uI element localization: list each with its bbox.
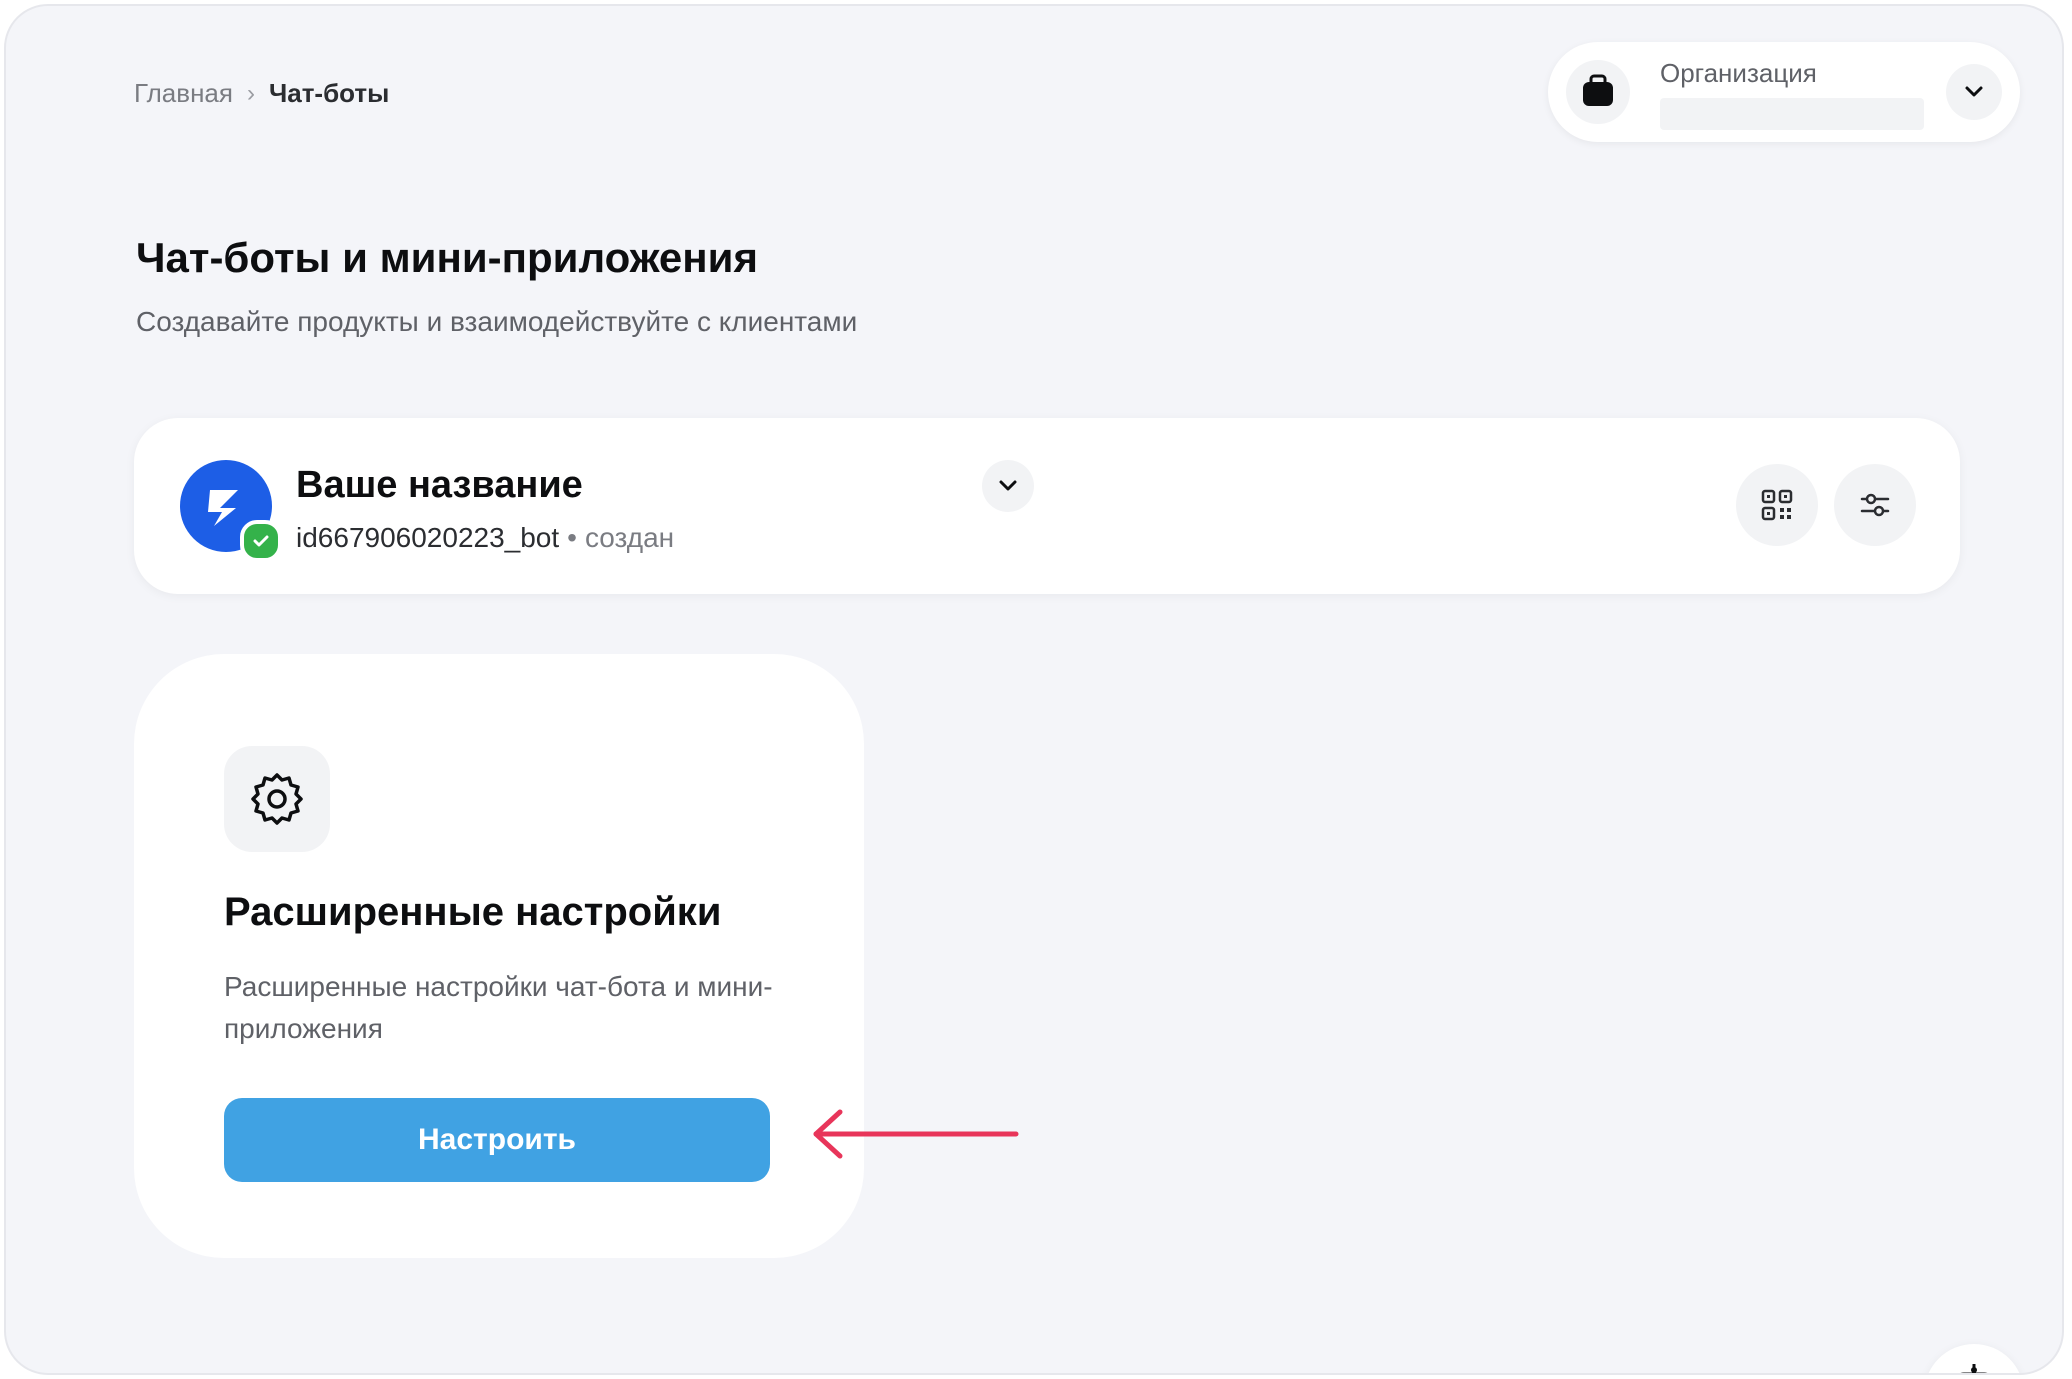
- bot-status: создан: [584, 522, 675, 553]
- advanced-settings-description: Расширенные настройки чат-бота и мини-пр…: [224, 971, 773, 1044]
- breadcrumb-current: Чат-боты: [268, 78, 390, 108]
- bot-id: id667906020223_bot: [296, 522, 560, 553]
- bot-meta: id667906020223_bot • создан: [296, 522, 674, 554]
- breadcrumb-separator: ›: [246, 79, 255, 107]
- qr-code-icon: [1761, 489, 1793, 521]
- page-subtitle: Создавайте продукты и взаимодействуйте с…: [136, 306, 858, 337]
- app-window: Главная › Чат-боты Организация Чат-боты …: [4, 4, 2064, 1375]
- organization-switcher[interactable]: Организация: [1548, 42, 2020, 142]
- briefcase-icon: [1566, 60, 1630, 124]
- organization-name-placeholder: [1660, 98, 1924, 130]
- verified-check-icon: [240, 520, 282, 562]
- breadcrumb-home-link[interactable]: Главная: [134, 78, 233, 109]
- annotation-arrow-icon: [813, 1109, 1019, 1159]
- page-title: Чат-боты и мини-приложения: [136, 234, 758, 281]
- bot-card: Ваше название id667906020223_bot • создан: [134, 418, 1960, 594]
- breadcrumb: Главная › Чат-боты: [134, 78, 389, 109]
- bot-name: Ваше название: [296, 464, 583, 506]
- advanced-settings-title: Расширенные настройки: [224, 890, 722, 934]
- sliders-icon: [1860, 493, 1890, 517]
- configure-button[interactable]: Настроить: [224, 1098, 770, 1182]
- advanced-settings-card: Расширенные настройки Расширенные настро…: [134, 654, 864, 1258]
- qr-code-button[interactable]: [1736, 464, 1818, 546]
- organization-label: Организация: [1660, 58, 1817, 88]
- meta-separator: •: [567, 522, 577, 553]
- support-button[interactable]: [1924, 1344, 2024, 1373]
- support-icon: [1960, 1364, 1988, 1373]
- bot-settings-button[interactable]: [1834, 464, 1916, 546]
- chevron-down-icon[interactable]: [1946, 64, 2002, 120]
- gear-icon: [224, 746, 330, 852]
- bot-select-chevron-down-icon[interactable]: [982, 460, 1034, 512]
